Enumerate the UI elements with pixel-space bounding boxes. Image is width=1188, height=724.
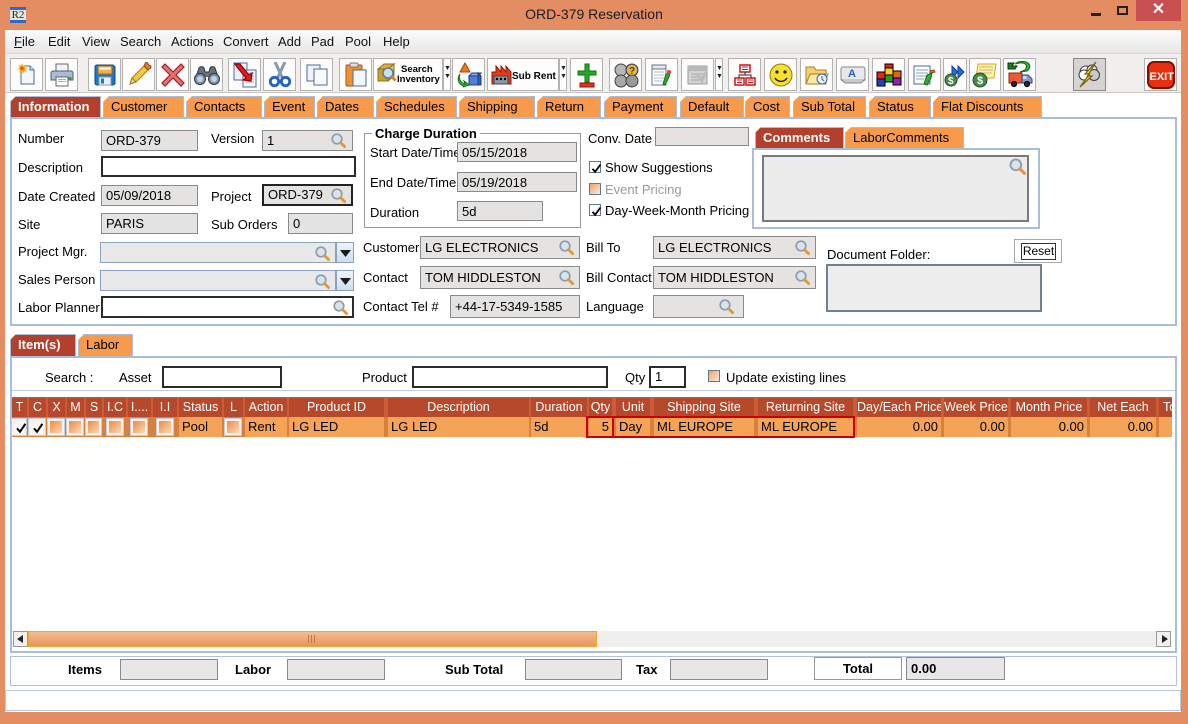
svg-text:?: ? xyxy=(629,66,635,77)
svg-text:Inventory: Inventory xyxy=(397,74,440,85)
svg-text:$: $ xyxy=(977,75,983,87)
svg-text:A: A xyxy=(848,68,856,80)
svg-text:Sub Rent: Sub Rent xyxy=(512,71,556,82)
svg-text:$: $ xyxy=(948,76,954,87)
svg-text:EXIT: EXIT xyxy=(1149,71,1174,83)
